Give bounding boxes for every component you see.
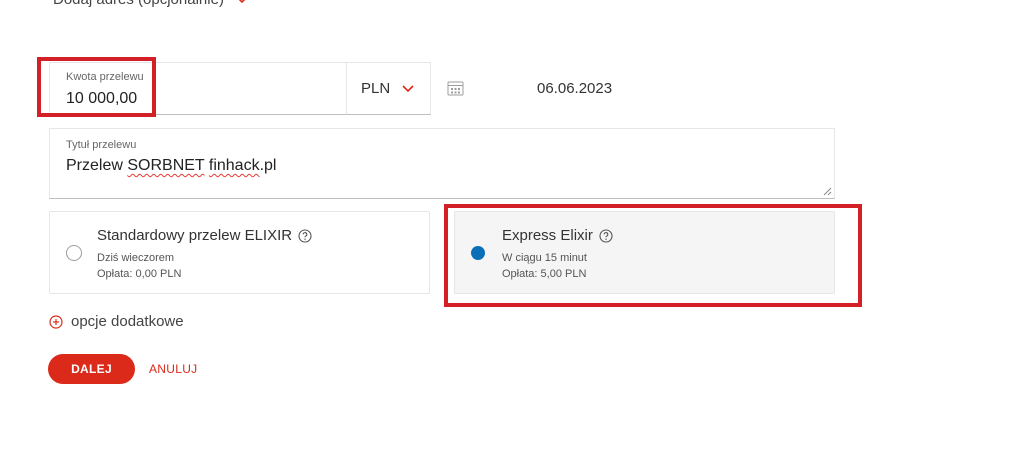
resize-handle-icon[interactable] — [823, 187, 832, 196]
option-timing: Dziś wieczorem — [97, 252, 175, 264]
cancel-button[interactable]: ANULUJ — [149, 362, 197, 376]
calendar-icon[interactable] — [447, 80, 464, 96]
amount-value[interactable]: 10 000,00 — [66, 90, 137, 108]
option-standard-elixir[interactable]: Standardowy przelew ELIXIR Dziś wieczore… — [49, 211, 430, 294]
option-fee: Opłata: 5,00 PLN — [502, 268, 587, 280]
additional-options-toggle[interactable]: opcje dodatkowe — [49, 313, 184, 330]
additional-options-label: opcje dodatkowe — [71, 313, 184, 330]
option-title: Standardowy przelew ELIXIR — [97, 227, 312, 244]
currency-value: PLN — [361, 80, 391, 97]
transfer-date[interactable]: 06.06.2023 — [537, 80, 612, 97]
chevron-down-icon — [402, 84, 414, 92]
amount-field[interactable]: Kwota przelewu 10 000,00 — [49, 62, 347, 115]
radio-standard[interactable] — [66, 245, 82, 261]
amount-label: Kwota przelewu — [66, 71, 144, 83]
chevron-down-icon — [239, 0, 245, 3]
transfer-title-label: Tytuł przelewu — [66, 139, 137, 151]
add-address-toggle[interactable]: Dodaj adres (opcjonalnie) — [53, 0, 250, 8]
help-icon[interactable] — [599, 228, 613, 243]
currency-select[interactable]: PLN — [346, 62, 431, 115]
radio-express[interactable] — [471, 246, 485, 260]
add-address-label: Dodaj adres (opcjonalnie) — [53, 0, 224, 8]
option-timing: W ciągu 15 minut — [502, 252, 587, 264]
option-express-elixir[interactable]: Express Elixir W ciągu 15 minut Opłata: … — [454, 211, 835, 294]
next-button[interactable]: DALEJ — [48, 354, 135, 384]
help-icon[interactable] — [298, 228, 312, 243]
transfer-title-value[interactable]: Przelew SORBNET finhack.pl — [66, 157, 276, 175]
option-fee: Opłata: 0,00 PLN — [97, 268, 182, 280]
transfer-title-field[interactable]: Tytuł przelewu Przelew SORBNET finhack.p… — [49, 128, 835, 199]
option-title: Express Elixir — [502, 227, 613, 244]
plus-circle-icon — [49, 314, 63, 329]
